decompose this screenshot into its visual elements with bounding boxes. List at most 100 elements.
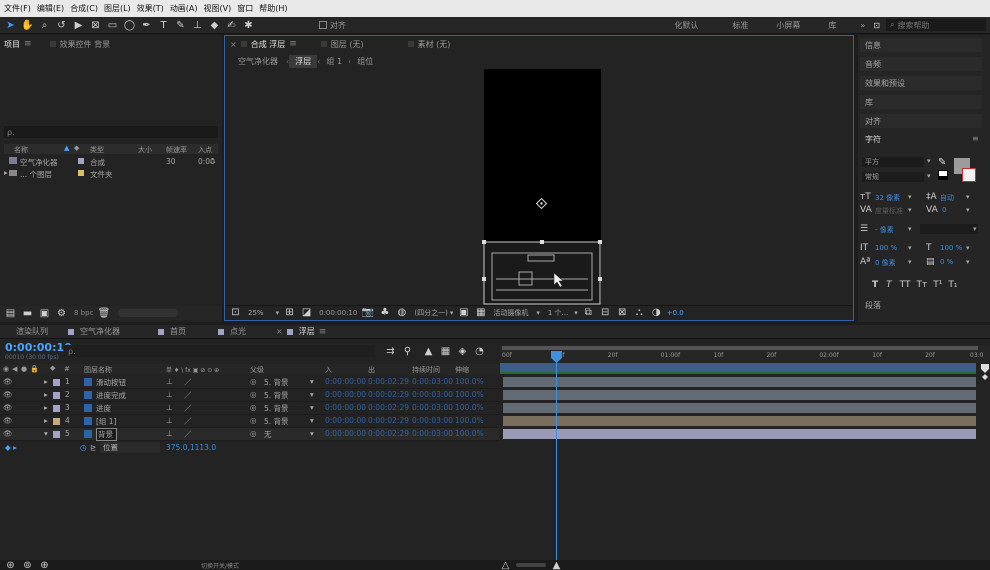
layer-row[interactable]: 👁 ▸ 3 进度 ⊥ ／ ◎ 5. 背景 ▾ 0:00:00:00 0:00:02:29 0:00:0… [0,402,499,415]
horizontal-scale-value[interactable]: 100 % [940,244,962,252]
help-search-input[interactable]: ⌕ 搜索帮助 [886,19,986,31]
tab-home[interactable]: 首页 [158,326,186,337]
workspace-library[interactable]: 库 [828,20,836,31]
expand-arrow-icon[interactable]: ▸ [4,168,8,177]
menu-composition[interactable]: 合成(C) [70,3,98,14]
layer-row[interactable]: 👁 ▸ 4 [组 1] ⊥ ／ ◎ 5. 背景 ▾ 0:00:00:00 0:00:02:29 0:0… [0,415,499,428]
align-checkbox[interactable] [319,21,327,29]
viewer-timecode[interactable]: 0:00:00:10 [319,309,357,317]
layer-name[interactable]: 进度 [96,403,111,414]
tsume-value[interactable]: 0 % [940,258,953,266]
shy-switch-icon[interactable]: ⊥ [166,429,173,438]
stroke-style-select[interactable]: ▾ [920,224,978,234]
property-row[interactable]: ◆ ▸ ◷ ⊵ 位置 375.0,1113.0 [0,442,499,455]
current-timecode[interactable]: 0:00:00:10 [5,341,72,354]
selection-bounds[interactable] [483,241,601,305]
breadcrumb-item[interactable]: 组位 [351,55,379,68]
toggle-pixel-icon[interactable]: ⧉ [582,306,595,319]
close-icon[interactable]: × [276,327,283,336]
subscript-icon[interactable]: T₁ [948,280,957,290]
resolution-select[interactable]: (四分之一) [414,308,447,318]
menu-file[interactable]: 文件(F) [4,3,31,14]
sort-icon[interactable]: ▲ [64,144,69,152]
layer-name[interactable]: 进度完成 [96,390,126,401]
motion-blur-icon[interactable]: ◈ [456,345,469,358]
dropdown-icon[interactable]: ▾ [927,157,931,165]
tab-footage[interactable]: 素材 (无) [407,39,450,50]
layer-bar[interactable] [503,390,976,400]
zoom-tool-icon[interactable]: ⌕ [38,19,51,32]
layer-row[interactable]: 👁 ▸ 1 滑动按钮 ⊥ ／ ◎ 5. 背景 ▾ 0:00:00:00 0:00:02:29 0:00… [0,376,499,389]
dropdown-icon[interactable]: ▾ [450,309,454,317]
dropdown-icon[interactable]: ▾ [310,429,314,438]
layer-switches-icon[interactable]: ⊛ [4,559,17,570]
dropdown-icon[interactable]: ▾ [310,403,314,412]
breadcrumb-item[interactable]: 浮层 [289,54,318,68]
close-icon[interactable]: × [230,40,237,49]
panel-menu-icon[interactable]: ≡ [289,39,297,49]
camera-tool-icon[interactable]: ▶ [72,19,85,32]
stretch-header[interactable]: 伸缩 [455,365,469,375]
label-color[interactable] [53,379,60,386]
list-item[interactable]: ▸ ... 个图层 文件夹 [4,168,218,179]
layer-bar[interactable] [503,416,976,426]
vertical-scale-value[interactable]: 100 % [875,244,897,252]
safe-zone-icon[interactable]: ⊞ [283,306,296,319]
clone-stamp-tool-icon[interactable]: ⊥ [191,19,204,32]
dropdown-icon[interactable]: ▾ [927,172,931,180]
label-color[interactable] [53,418,60,425]
layer-stretch[interactable]: 100.0% [455,377,484,386]
layer-stretch[interactable]: 100.0% [455,390,484,399]
mask-icon[interactable]: ◪ [300,306,313,319]
quality-switch-icon[interactable]: ／ [184,390,192,401]
shy-switch-icon[interactable]: ⊥ [166,403,173,412]
time-ruler[interactable]: 00f10f20f01:00f10f20f02:00f10f20f03:0 [500,345,990,363]
label-color[interactable] [53,405,60,412]
thumbnail-slider[interactable] [118,309,179,317]
transform-handle[interactable] [540,240,544,244]
flowchart-icon[interactable]: ⛬ [633,306,646,319]
panel-effects-presets[interactable]: 效果和预设 [860,76,982,90]
work-area-bar[interactable] [500,363,976,372]
pickwhip-icon[interactable]: ◎ [250,416,257,425]
transparency-grid-icon[interactable]: ▦ [474,306,487,319]
work-area-end-marker[interactable] [980,363,990,383]
layer-in[interactable]: 0:00:00:00 [325,377,366,386]
dropdown-icon[interactable]: ▾ [310,390,314,399]
color-channel-icon[interactable]: ◍ [395,306,408,319]
anchor-point-icon[interactable] [535,197,548,210]
show-snapshot-icon[interactable]: ♣ [378,306,391,319]
quality-switch-icon[interactable]: ／ [184,416,192,427]
transform-handle[interactable] [598,277,602,281]
trash-icon[interactable]: 🗑 [97,307,111,320]
panel-info[interactable]: 信息 [860,38,982,52]
panel-menu-icon[interactable]: ≡ [319,327,327,337]
no-fill-swatch[interactable] [962,168,976,182]
layer-duration[interactable]: 0:00:03:00 [412,403,453,412]
time-navigator[interactable] [502,346,978,350]
pan-behind-tool-icon[interactable]: ⊠ [89,19,102,32]
kerning-value[interactable]: 度量标准 [875,206,903,216]
visibility-icon[interactable]: 👁 [3,403,13,412]
expand-arrow-icon[interactable]: ▾ [44,429,48,438]
menu-edit[interactable]: 编辑(E) [37,3,64,14]
layer-name[interactable]: 背景 [96,428,117,441]
rotate-tool-icon[interactable]: ↺ [55,19,68,32]
layer-row[interactable]: 👁 ▾ 5 背景 ⊥ ／ ◎ 无 ▾ 0:00:00:00 0:00:02:29 0:00:03:00… [0,428,499,441]
font-family-select[interactable]: 平方 [862,157,924,167]
timeline-icon[interactable]: ⊠ [616,306,629,319]
audio-header-icon[interactable]: ◀ [12,365,17,373]
quality-switch-icon[interactable]: ／ [184,403,192,414]
menu-help[interactable]: 帮助(H) [259,3,287,14]
tab-layer[interactable]: 图层 (无) [320,39,364,50]
layer-in[interactable]: 0:00:00:00 [325,416,366,425]
puppet-tool-icon[interactable]: ✱ [242,19,255,32]
layer-row[interactable]: 👁 ▸ 2 进度完成 ⊥ ／ ◎ 5. 背景 ▾ 0:00:00:00 0:00:02:29 0:00… [0,389,499,402]
brush-tool-icon[interactable]: ✎ [174,19,187,32]
bit-depth[interactable]: 8 bpc [74,309,93,317]
expand-arrow-icon[interactable]: ▸ [44,403,48,412]
expand-arrow-icon[interactable]: ▸ [44,377,48,386]
layer-out[interactable]: 0:00:02:29 [368,390,409,399]
pickwhip-icon[interactable]: ◎ [250,403,257,412]
font-size-value[interactable]: 32 像素 [875,193,900,203]
